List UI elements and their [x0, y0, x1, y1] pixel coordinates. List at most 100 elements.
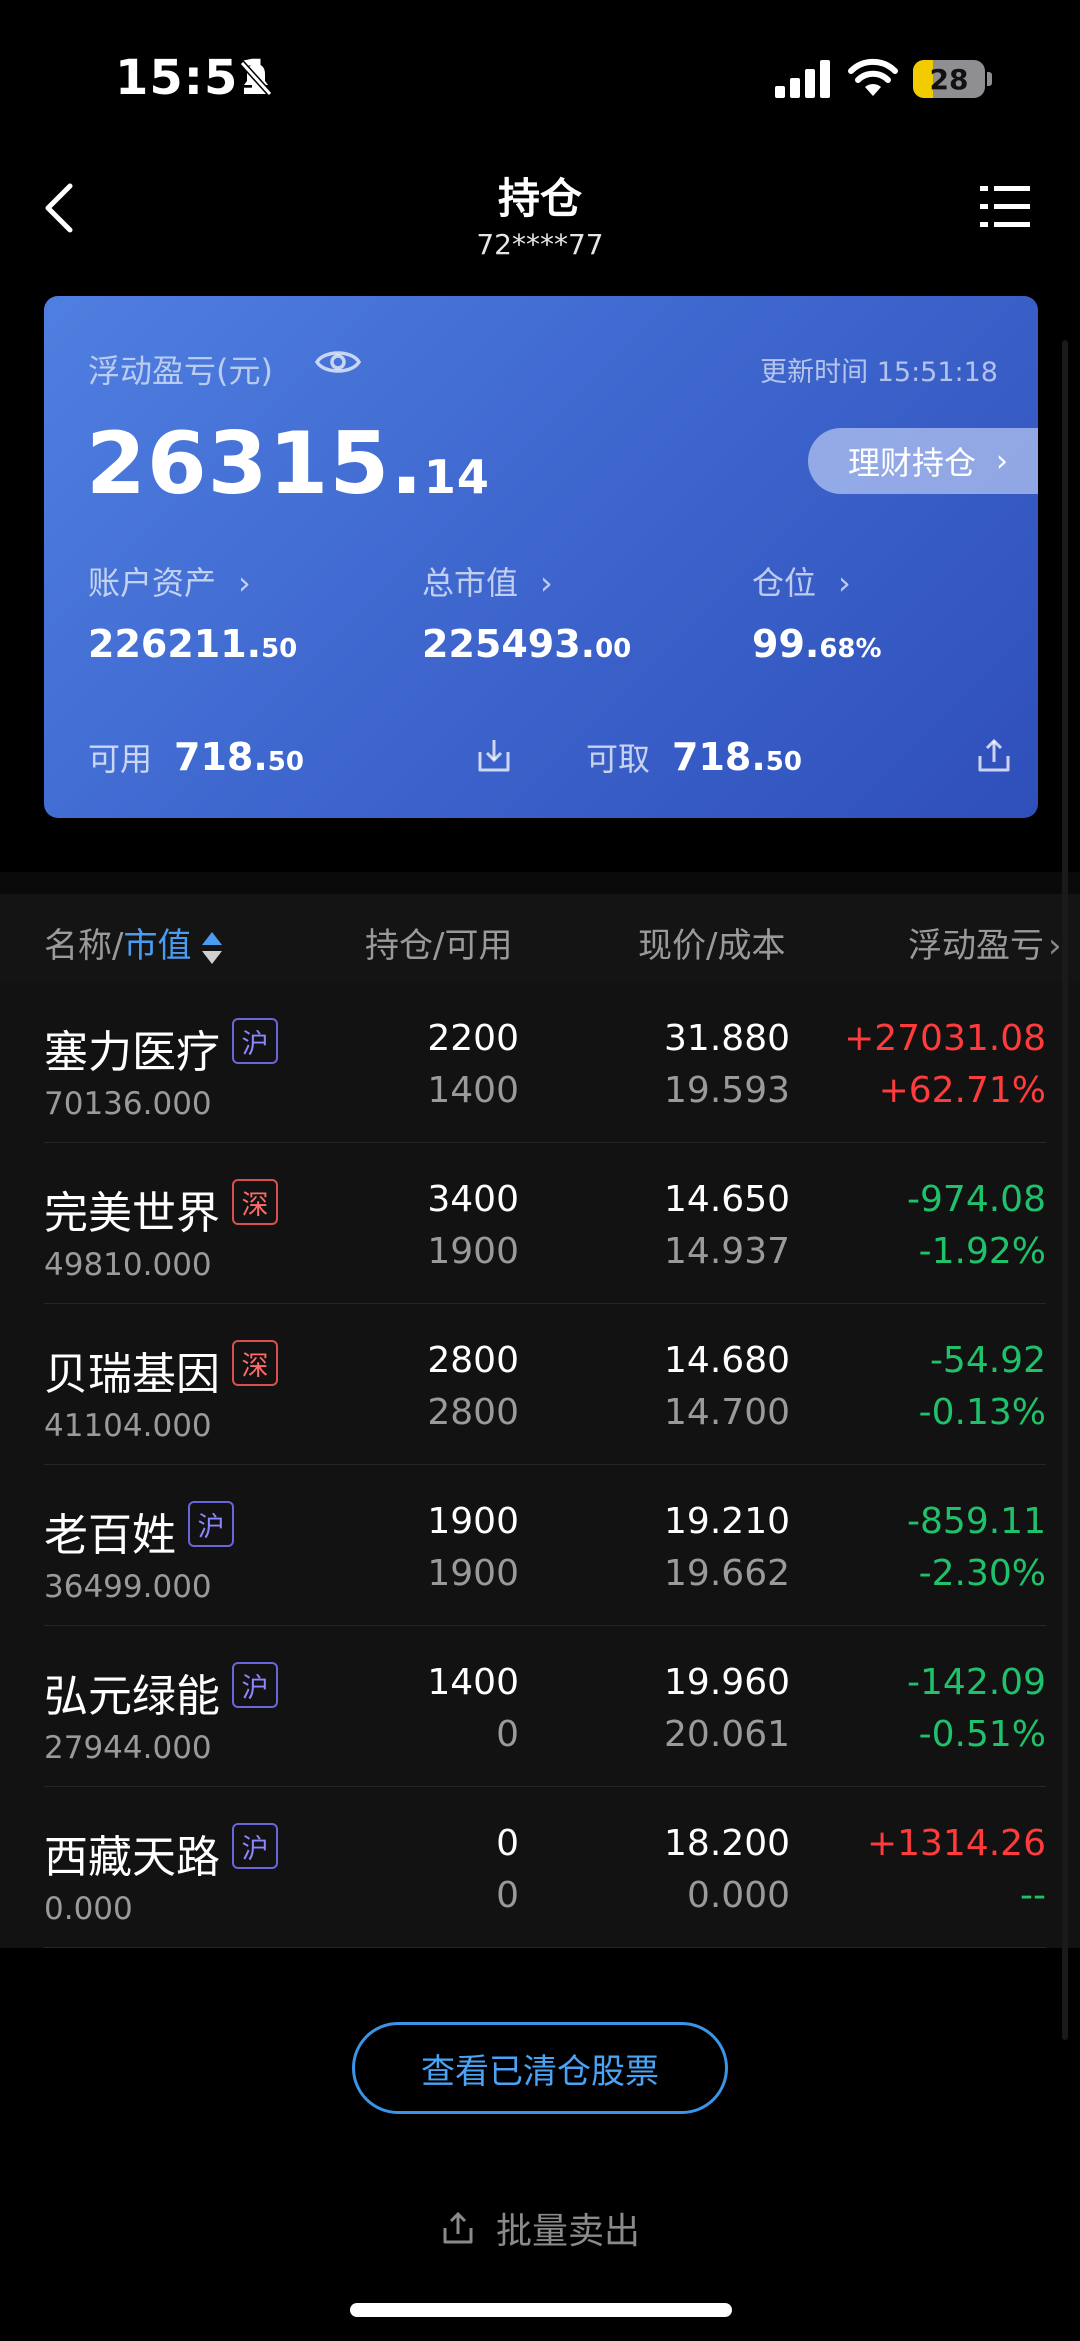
- stat-label: 总市值 ›: [422, 558, 631, 604]
- stat-label: 仓位 ›: [752, 558, 882, 604]
- market-badge: 深: [232, 1340, 278, 1386]
- current-price: 14.650: [664, 1179, 790, 1220]
- chevron-right-icon: ›: [1048, 926, 1062, 966]
- share-out-icon: [443, 2211, 473, 2244]
- stock-market-value: 0.000: [44, 1891, 133, 1927]
- transfer-in-icon[interactable]: [474, 736, 514, 776]
- eye-icon[interactable]: [314, 344, 362, 380]
- scrollbar[interactable]: [1062, 340, 1068, 2040]
- column-price-cost[interactable]: 现价/成本: [638, 918, 785, 967]
- column-name-market-value[interactable]: 名称/市值: [44, 918, 223, 968]
- holdings-table-header: 名称/市值 持仓/可用 现价/成本 浮动盈亏 ›: [0, 894, 1080, 982]
- available-qty: 1900: [427, 1231, 519, 1272]
- value-dec: 00: [595, 634, 632, 664]
- value-int: 226211.: [88, 622, 262, 666]
- cost-price: 14.700: [664, 1392, 790, 1433]
- cost-price: 14.937: [664, 1231, 790, 1272]
- floating-pnl-percent: --: [1020, 1875, 1046, 1916]
- wealth-holdings-label: 理财持仓: [848, 444, 977, 482]
- holding-qty: 1400: [427, 1662, 519, 1703]
- floating-pnl-percent: -0.13%: [918, 1392, 1046, 1433]
- stock-market-value: 70136.000: [44, 1086, 212, 1122]
- cost-price: 19.662: [664, 1553, 790, 1594]
- home-indicator[interactable]: [350, 2303, 732, 2317]
- chevron-right-icon: ›: [838, 564, 851, 602]
- current-price: 31.880: [664, 1018, 790, 1059]
- holdings-list: 塞力医疗沪 70136.000 2200 1400 31.880 19.593 +27031…: [0, 982, 1080, 1948]
- stock-name: 塞力医疗: [44, 1027, 220, 1078]
- pnl-label: 浮动盈亏(元): [88, 352, 273, 390]
- position-ratio-value: 99.68%: [752, 622, 882, 666]
- row-divider: [44, 1947, 1046, 1948]
- account-assets-value: 226211.50: [88, 622, 297, 666]
- value-dec: 50: [765, 747, 802, 777]
- holding-qty: 2200: [427, 1018, 519, 1059]
- position-ratio-stat[interactable]: 仓位 › 99.68%: [752, 558, 882, 666]
- withdrawable-funds: 可取 718.50: [586, 734, 802, 780]
- market-value-label: 总市值: [422, 564, 519, 602]
- holding-qty: 0: [496, 1823, 519, 1864]
- floating-pnl-percent: -1.92%: [918, 1231, 1046, 1272]
- menu-list-icon[interactable]: [980, 184, 1032, 230]
- table-row[interactable]: 老百姓沪 36499.000 1900 1900 19.210 19.662 -859.11…: [0, 1465, 1080, 1626]
- floating-pnl-percent: -0.51%: [918, 1714, 1046, 1755]
- batch-sell-button[interactable]: 批量卖出: [0, 2202, 1080, 2254]
- battery-cap: [987, 72, 992, 86]
- account-assets-label: 账户资产: [88, 564, 217, 602]
- market-badge: 深: [232, 1179, 278, 1225]
- table-row[interactable]: 贝瑞基因深 41104.000 2800 2800 14.680 14.700 -54.92…: [0, 1304, 1080, 1465]
- stock-name: 弘元绿能: [44, 1671, 220, 1722]
- column-floating-pnl[interactable]: 浮动盈亏 ›: [908, 918, 1062, 967]
- transfer-out-icon[interactable]: [974, 736, 1014, 776]
- account-number: 72****77: [476, 228, 604, 261]
- floating-pnl-value: 26315.14: [86, 414, 490, 514]
- signal-icon: [775, 60, 830, 98]
- available-qty: 0: [496, 1875, 519, 1916]
- pnl-integer: 26315.: [86, 414, 424, 514]
- position-ratio-label: 仓位: [752, 564, 817, 602]
- table-row[interactable]: 弘元绿能沪 27944.000 1400 0 19.960 20.061 -142.09 -0…: [0, 1626, 1080, 1787]
- withdrawable-label: 可取: [586, 740, 651, 778]
- current-price: 14.680: [664, 1340, 790, 1381]
- table-row[interactable]: 西藏天路沪 0.000 0 0 18.200 0.000 +1314.26 --: [0, 1787, 1080, 1948]
- page-title: 持仓: [497, 174, 582, 223]
- stock-market-value: 27944.000: [44, 1730, 212, 1766]
- value-dec: 50: [261, 634, 298, 664]
- floating-pnl-percent: +62.71%: [878, 1070, 1046, 1111]
- col-pnl-label: 浮动盈亏: [908, 926, 1044, 966]
- holding-qty: 2800: [427, 1340, 519, 1381]
- stock-name: 西藏天路: [44, 1832, 220, 1883]
- floating-pnl: +1314.26: [866, 1823, 1046, 1864]
- available-label: 可用: [88, 740, 153, 778]
- stock-name: 贝瑞基因: [44, 1349, 220, 1400]
- account-assets-stat[interactable]: 账户资产 › 226211.50: [88, 558, 297, 666]
- bell-muted-icon: [239, 60, 273, 97]
- current-price: 19.960: [664, 1662, 790, 1703]
- section-divider: [0, 872, 1080, 894]
- wealth-holdings-button[interactable]: 理财持仓 ›: [808, 428, 1038, 494]
- stock-market-value: 49810.000: [44, 1247, 212, 1283]
- value-dec: 68%: [819, 634, 882, 664]
- wifi-icon: [848, 58, 898, 96]
- view-cleared-stocks-button[interactable]: 查看已清仓股票: [352, 2022, 728, 2114]
- market-badge: 沪: [188, 1501, 234, 1547]
- holding-qty: 1900: [427, 1501, 519, 1542]
- stock-market-value: 36499.000: [44, 1569, 212, 1605]
- column-holding-available[interactable]: 持仓/可用: [365, 918, 512, 967]
- market-badge: 沪: [232, 1018, 278, 1064]
- battery-percent: 28: [929, 62, 969, 96]
- current-price: 19.210: [664, 1501, 790, 1542]
- table-row[interactable]: 塞力医疗沪 70136.000 2200 1400 31.880 19.593 +27031…: [0, 982, 1080, 1143]
- chevron-right-icon: ›: [996, 443, 1009, 479]
- stat-label: 账户资产 ›: [88, 558, 297, 604]
- col-sort-label: 市值: [123, 926, 192, 966]
- value-dec: 50: [267, 747, 304, 777]
- stock-name: 老百姓: [44, 1510, 176, 1561]
- table-row[interactable]: 完美世界深 49810.000 3400 1900 14.650 14.937 -974.0…: [0, 1143, 1080, 1304]
- sort-icon: [202, 931, 223, 964]
- cost-price: 0.000: [686, 1875, 790, 1916]
- current-price: 18.200: [664, 1823, 790, 1864]
- market-badge: 沪: [232, 1823, 278, 1869]
- market-value-stat[interactable]: 总市值 › 225493.00: [422, 558, 631, 666]
- available-qty: 0: [496, 1714, 519, 1755]
